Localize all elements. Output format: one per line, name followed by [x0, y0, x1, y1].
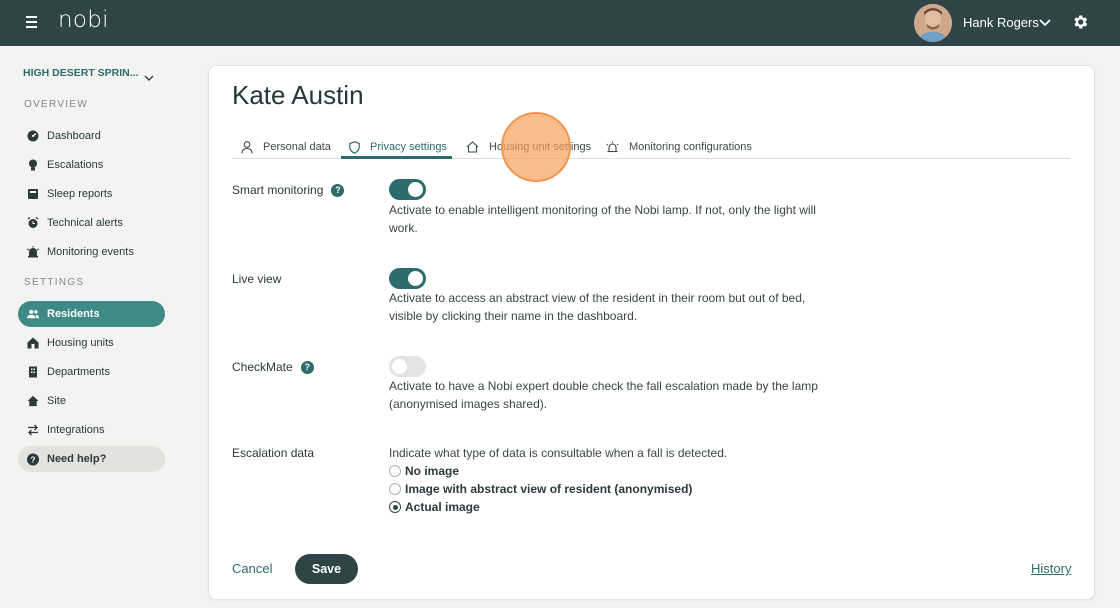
checkmate-description: Activate to have a Nobi expert double ch… [389, 379, 818, 411]
escalation-data-label: Escalation data [232, 446, 315, 460]
sidebar-item-label: Escalations [47, 159, 104, 171]
chevron-down-icon[interactable] [1038, 15, 1052, 34]
sidebar-item-technical-alerts[interactable]: Technical alerts [18, 210, 165, 236]
sidebar-item-departments[interactable]: Departments [18, 359, 165, 385]
sidebar-item-label: Monitoring events [47, 246, 134, 258]
sidebar-item-residents[interactable]: Residents [18, 301, 165, 327]
site-selector[interactable]: HIGH DESERT SPRIN... [23, 67, 139, 79]
svg-text:?: ? [30, 454, 35, 464]
sidebar-item-label: Integrations [47, 424, 105, 436]
radio-label: No image [405, 464, 460, 478]
bulb-icon [27, 159, 39, 171]
radio-no-image[interactable]: No image [389, 464, 459, 478]
sidebar-item-sleep-reports[interactable]: Sleep reports [18, 181, 165, 207]
settings-section-title: SETTINGS [24, 277, 85, 288]
sidebar-item-label: Site [47, 395, 66, 407]
active-tab-indicator [341, 156, 452, 159]
live-view-row: Live view [232, 272, 281, 286]
sidebar-item-label: Residents [47, 308, 100, 320]
escalation-data-row: Escalation data [232, 446, 314, 460]
smart-monitoring-row: Smart monitoring ? [232, 183, 345, 197]
radio-label: Actual image [405, 500, 480, 514]
radio-label: Image with abstract view of resident (an… [405, 482, 693, 496]
sidebar-item-label: Housing units [47, 337, 114, 349]
sidebar-item-monitoring-events[interactable]: Monitoring events [18, 239, 165, 265]
smart-monitoring-label: Smart monitoring [232, 183, 324, 197]
sidebar-item-site[interactable]: Site [18, 388, 165, 414]
history-link[interactable]: History [1031, 561, 1071, 576]
sidebar-item-dashboard[interactable]: Dashboard [18, 123, 165, 149]
building-icon [27, 366, 39, 378]
tab-label: Personal data [263, 141, 331, 153]
checkmate-toggle[interactable] [389, 356, 426, 377]
radio-abstract-image[interactable]: Image with abstract view of resident (an… [389, 482, 692, 496]
tab-personal-data[interactable]: Personal data [241, 135, 331, 159]
alarm-clock-icon [27, 217, 39, 229]
radio-button[interactable] [389, 465, 401, 477]
user-name[interactable]: Hank Rogers [963, 15, 1039, 30]
escalation-data-description: Indicate what type of data is consultabl… [389, 446, 728, 460]
dashboard-icon [27, 130, 39, 142]
menu-icon[interactable] [26, 16, 38, 28]
sidebar-item-label: Sleep reports [47, 188, 113, 200]
radio-button[interactable] [389, 483, 401, 495]
gear-icon[interactable] [1071, 13, 1089, 35]
chevron-down-icon[interactable] [144, 68, 154, 87]
sidebar-item-escalations[interactable]: Escalations [18, 152, 165, 178]
help-icon[interactable]: ? [331, 183, 345, 197]
help-icon: ? [27, 453, 39, 465]
tab-monitoring-configurations[interactable]: Monitoring configurations [606, 135, 752, 159]
house-outline-icon [466, 141, 479, 153]
live-view-description: Activate to access an abstract view of t… [389, 291, 806, 323]
need-help-label: Need help? [47, 453, 107, 465]
sidebar-item-integrations[interactable]: Integrations [18, 417, 165, 443]
need-help-button[interactable]: ? Need help? [18, 446, 165, 472]
live-view-toggle[interactable] [389, 268, 426, 289]
app-logo[interactable]: nobi [58, 7, 109, 33]
top-bar: nobi Hank Rogers [0, 0, 1120, 46]
sidebar-item-housing-units[interactable]: Housing units [18, 330, 165, 356]
help-icon[interactable]: ? [300, 360, 314, 374]
smart-monitoring-description: Activate to enable intelligent monitorin… [389, 203, 816, 235]
page-title: Kate Austin [232, 80, 364, 110]
bed-icon [27, 188, 39, 200]
click-indicator [501, 112, 571, 182]
arrows-icon [27, 424, 39, 436]
save-button[interactable]: Save [295, 554, 358, 584]
sidebar-item-label: Technical alerts [47, 217, 123, 229]
sidebar-item-label: Dashboard [47, 130, 101, 142]
smart-monitoring-toggle[interactable] [389, 179, 426, 200]
radio-button-selected[interactable] [389, 501, 401, 513]
sidebar-item-label: Departments [47, 366, 110, 378]
siren-icon [27, 246, 39, 258]
checkmate-label: CheckMate [232, 360, 293, 374]
shield-icon [349, 140, 360, 154]
siren-outline-icon [606, 141, 619, 153]
radio-actual-image[interactable]: Actual image [389, 500, 480, 514]
home-icon [27, 395, 39, 407]
cancel-button[interactable]: Cancel [232, 561, 272, 576]
live-view-label: Live view [232, 272, 282, 286]
overview-section-title: OVERVIEW [24, 99, 89, 110]
tab-label: Privacy settings [370, 141, 448, 153]
checkmate-row: CheckMate ? [232, 360, 314, 374]
people-icon [27, 308, 39, 320]
tab-label: Monitoring configurations [629, 141, 752, 153]
person-icon [241, 140, 253, 154]
house-icon [27, 337, 39, 349]
avatar[interactable] [914, 4, 952, 42]
